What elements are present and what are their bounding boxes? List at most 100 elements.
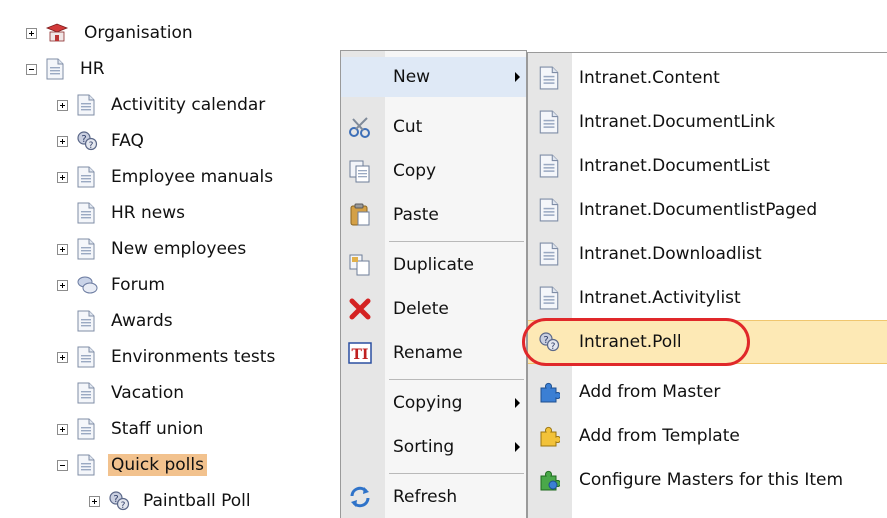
- submenu-item-add-from-template[interactable]: Add from Template: [528, 414, 887, 458]
- submenu-item-label: Intranet.DocumentLink: [579, 112, 776, 132]
- menu-item-sorting[interactable]: Sorting: [341, 427, 526, 467]
- menu-item-label: Copying: [393, 393, 463, 413]
- tree-node-label: Staff union: [111, 419, 204, 439]
- menu-item-label: Rename: [393, 343, 463, 363]
- tree-node-label: Employee manuals: [111, 167, 274, 187]
- organisation-icon: [45, 22, 69, 44]
- refresh-icon: [347, 484, 373, 510]
- page-icon: [538, 242, 560, 266]
- tree-node-quick-polls[interactable]: Quick polls: [57, 450, 207, 480]
- puzzle-yellow-icon: [538, 424, 560, 448]
- submenu-item-intranet-documentlink[interactable]: Intranet.DocumentLink: [528, 100, 887, 144]
- tree-node-forum[interactable]: Forum: [57, 270, 168, 300]
- submenu-item-label: Add from Master: [579, 382, 721, 402]
- menu-item-label: Cut: [393, 117, 423, 137]
- submenu-item-label: Intranet.DocumentlistPaged: [579, 200, 818, 220]
- content-tree: Organisation HR Activitity calendar FAQ …: [0, 0, 345, 518]
- puzzle-green-icon: [538, 468, 560, 492]
- submenu-item-intranet-documentlistpaged[interactable]: Intranet.DocumentlistPaged: [528, 188, 887, 232]
- menu-item-label: New: [393, 67, 431, 87]
- menu-separator: [389, 241, 524, 242]
- expand-icon[interactable]: [57, 135, 68, 147]
- expand-icon[interactable]: [57, 243, 68, 255]
- submenu-arrow-icon: [515, 72, 520, 82]
- menu-item-copying[interactable]: Copying: [341, 383, 526, 423]
- tree-node-label: FAQ: [111, 131, 144, 151]
- submenu-item-intranet-poll[interactable]: Intranet.Poll: [528, 320, 887, 364]
- expand-icon[interactable]: [26, 27, 37, 39]
- copy-icon: [347, 158, 373, 184]
- poll-icon: [538, 330, 560, 354]
- menu-item-paste[interactable]: Paste: [341, 195, 526, 235]
- tree-node-label: Awards: [111, 311, 173, 331]
- expand-icon[interactable]: [57, 99, 68, 111]
- submenu-item-configure-masters[interactable]: Configure Masters for this Item: [528, 458, 887, 502]
- page-icon: [538, 198, 560, 222]
- page-icon: [76, 346, 96, 368]
- submenu-item-intranet-documentlist[interactable]: Intranet.DocumentList: [528, 144, 887, 188]
- page-icon: [76, 418, 96, 440]
- forum-icon: [76, 274, 98, 296]
- submenu-item-intranet-downloadlist[interactable]: Intranet.Downloadlist: [528, 232, 887, 276]
- tree-node-label: Vacation: [111, 383, 185, 403]
- tree-node-label: Activitity calendar: [111, 95, 266, 115]
- submenu-item-label: Intranet.Content: [579, 68, 720, 88]
- menu-item-cut[interactable]: Cut: [341, 107, 526, 147]
- tree-node-label: HR news: [111, 203, 185, 223]
- tree-node-faq[interactable]: FAQ: [57, 126, 147, 156]
- page-icon: [76, 94, 96, 116]
- submenu-item-add-from-master[interactable]: Add from Master: [528, 370, 887, 414]
- tree-node-awards[interactable]: Awards: [57, 306, 176, 336]
- submenu-item-label: Intranet.Activitylist: [579, 288, 741, 308]
- collapse-icon[interactable]: [57, 459, 68, 471]
- tree-node-employee-manuals[interactable]: Employee manuals: [57, 162, 276, 192]
- menu-item-copy[interactable]: Copy: [341, 151, 526, 191]
- duplicate-icon: [347, 252, 373, 278]
- tree-node-organisation[interactable]: Organisation: [26, 18, 196, 48]
- page-icon: [76, 238, 96, 260]
- tree-node-paintball-poll[interactable]: Paintball Poll: [89, 486, 254, 516]
- page-icon: [538, 286, 560, 310]
- expand-icon[interactable]: [57, 171, 68, 183]
- page-icon: [45, 58, 65, 80]
- tree-node-staff-union[interactable]: Staff union: [57, 414, 206, 444]
- tree-node-label: Environments tests: [111, 347, 276, 367]
- menu-item-new[interactable]: New: [341, 57, 526, 97]
- tree-node-hr-news[interactable]: HR news: [57, 198, 188, 228]
- menu-separator: [389, 379, 524, 380]
- menu-item-label: Copy: [393, 161, 437, 181]
- menu-item-delete[interactable]: Delete: [341, 289, 526, 329]
- menu-item-refresh[interactable]: Refresh: [341, 477, 526, 517]
- page-icon: [76, 166, 96, 188]
- page-icon: [76, 382, 96, 404]
- submenu-item-intranet-activitylist[interactable]: Intranet.Activitylist: [528, 276, 887, 320]
- submenu-item-intranet-content[interactable]: Intranet.Content: [528, 56, 887, 100]
- menu-item-rename[interactable]: Rename: [341, 333, 526, 373]
- menu-item-label: Sorting: [393, 437, 455, 457]
- expand-icon[interactable]: [89, 495, 100, 507]
- expand-icon[interactable]: [57, 423, 68, 435]
- context-menu: New Cut Copy Paste Duplicate Delete Rena…: [340, 50, 527, 518]
- puzzle-blue-icon: [538, 380, 560, 404]
- tree-node-hr[interactable]: HR: [26, 54, 108, 84]
- submenu-arrow-icon: [515, 398, 520, 408]
- tree-node-label: Forum: [111, 275, 165, 295]
- poll-icon: [76, 130, 98, 152]
- menu-item-duplicate[interactable]: Duplicate: [341, 245, 526, 285]
- new-submenu: Intranet.Content Intranet.DocumentLink I…: [527, 52, 887, 518]
- expand-icon[interactable]: [57, 279, 68, 291]
- collapse-icon[interactable]: [26, 63, 37, 75]
- tree-node-new-employees[interactable]: New employees: [57, 234, 249, 264]
- tree-node-activitity-calendar[interactable]: Activitity calendar: [57, 90, 268, 120]
- submenu-item-label: Intranet.Downloadlist: [579, 244, 762, 264]
- page-icon: [76, 202, 96, 224]
- submenu-item-label: Intranet.Poll: [579, 332, 682, 352]
- page-icon: [538, 154, 560, 178]
- tree-node-vacation[interactable]: Vacation: [57, 378, 187, 408]
- rename-icon: [347, 340, 373, 366]
- expand-icon[interactable]: [57, 351, 68, 363]
- submenu-arrow-icon: [515, 442, 520, 452]
- submenu-item-label: Add from Template: [579, 426, 740, 446]
- submenu-item-label: Intranet.DocumentList: [579, 156, 770, 176]
- tree-node-environments-tests[interactable]: Environments tests: [57, 342, 278, 372]
